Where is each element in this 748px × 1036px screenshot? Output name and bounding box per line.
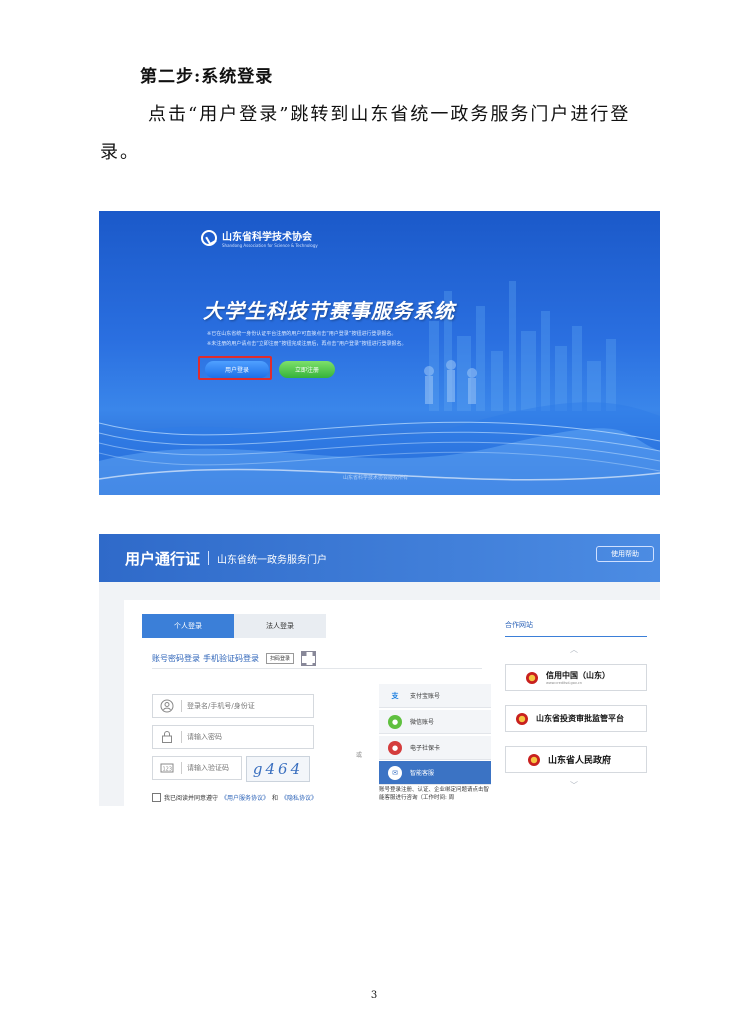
captcha-placeholder: 请输入验证码 — [187, 764, 229, 772]
scan-login-button[interactable]: 扫码登录 — [266, 653, 295, 664]
login-tabs: 个人登录 法人登录 — [142, 614, 326, 638]
login-portal-screenshot: 用户通行证 山东省统一政务服务门户 使用帮助 个人登录 法人登录 账号密码登录 … — [99, 534, 660, 806]
username-placeholder: 登录名/手机号/身份证 — [187, 702, 255, 710]
captcha-field[interactable]: 123 请输入验证码 — [152, 756, 242, 780]
qr-code-icon[interactable] — [301, 651, 317, 666]
captcha-icon: 123 — [160, 761, 174, 775]
tab-personal-login[interactable]: 个人登录 — [142, 614, 234, 638]
national-emblem-icon — [526, 671, 538, 684]
portal-brand: 用户通行证 — [125, 549, 201, 568]
partner-name: 山东省人民政府 — [548, 756, 612, 766]
privacy-agreement-link[interactable]: 《隐私协议》 — [281, 793, 317, 802]
sms-login-link[interactable]: 手机验证码登录 — [203, 653, 259, 664]
page-number: 3 — [370, 990, 378, 1001]
tab-legal-person-login[interactable]: 法人登录 — [234, 614, 326, 638]
partner-shandong-government[interactable]: 山东省人民政府 — [505, 746, 647, 773]
chat-icon: ✉ — [388, 765, 402, 780]
methods-divider — [152, 668, 482, 669]
section-heading: 第二步:系统登录 — [140, 67, 274, 87]
agree-checkbox[interactable] — [152, 793, 161, 802]
social-security-card-icon: ● — [388, 740, 402, 755]
national-emblem-icon — [528, 753, 540, 766]
register-now-button[interactable]: 立即注册 — [279, 361, 335, 378]
login-methods: 账号密码登录 手机验证码登录 扫码登录 — [152, 651, 317, 666]
smart-service-button[interactable]: ✉ 智能客服 — [379, 761, 491, 785]
paragraph-line-2: 录。 — [100, 142, 140, 163]
password-field[interactable]: 请输入密码 — [152, 725, 314, 749]
lock-icon — [160, 730, 174, 744]
registration-note-2: ※未注册的用户请点击“立即注册”按钮完成注册后，再点击“用户登录”按钮进行登录报… — [207, 341, 407, 347]
password-login-link[interactable]: 账号密码登录 — [152, 653, 200, 664]
login-panel: 个人登录 法人登录 账号密码登录 手机验证码登录 扫码登录 登录名/手机号/身份… — [124, 600, 660, 806]
field-separator — [181, 731, 182, 743]
copyright-footer: 山东省科学技术协会版权所有 — [343, 475, 409, 481]
captcha-image[interactable]: g464 — [246, 756, 310, 782]
portal-name: 山东省统一政务服务门户 — [217, 554, 328, 566]
logo-text-cn: 山东省科学技术协会 — [222, 232, 312, 243]
system-homepage-screenshot: 山东省科学技术协会 Shandong Association for Scien… — [99, 211, 660, 495]
portal-header: 用户通行证 山东省统一政务服务门户 使用帮助 — [99, 534, 660, 582]
alipay-icon: 支 — [391, 691, 399, 700]
instruction-paragraph: 点击“用户登录”跳转到山东省统一政务服务门户进行登 录。 — [100, 96, 660, 172]
alipay-label: 支付宝账号 — [410, 693, 441, 700]
partner-name: 山东省投资审批监管平台 — [536, 714, 624, 723]
wechat-label: 微信账号 — [410, 719, 435, 726]
username-field[interactable]: 登录名/手机号/身份证 — [152, 694, 314, 718]
chevron-up-icon[interactable]: ︿ — [570, 644, 578, 655]
field-separator — [181, 700, 182, 712]
paragraph-line-1: 点击“用户登录”跳转到山东省统一政务服务门户进行登 — [148, 104, 631, 125]
registration-note-1: ※已在山东省统一身份认证平台注册的用户可直接点击“用户登录”按钮进行登录报名。 — [207, 331, 397, 337]
partner-investment-platform[interactable]: 山东省投资审批监管平台 — [505, 705, 647, 732]
smart-service-label: 智能客服 — [410, 770, 435, 777]
partner-sites-title: 合作网站 — [505, 621, 533, 629]
wechat-login-button[interactable]: ● 微信账号 — [379, 710, 491, 734]
header-divider — [208, 551, 210, 565]
partner-credit-china-shandong[interactable]: 信用中国（山东） www.creditsd.gov.cn — [505, 664, 647, 691]
chevron-down-icon[interactable]: ﹀ — [570, 780, 578, 791]
agree-and: 和 — [272, 795, 279, 802]
sast-logo: 山东省科学技术协会 Shandong Association for Scien… — [201, 228, 318, 248]
login-highlight-box — [198, 356, 272, 380]
social-card-label: 电子社保卡 — [410, 745, 441, 752]
smart-service-note: 账号登录注册、认证、企业绑定问题请点击智能客服进行咨询（工作时间: 周 — [379, 787, 490, 801]
service-agreement-link[interactable]: 《用户服务协议》 — [221, 793, 269, 802]
or-separator: 或 — [356, 752, 363, 759]
agree-prefix: 我已阅读并同意遵守 — [164, 795, 219, 802]
partner-name: 信用中国（山东） — [546, 671, 610, 680]
system-title: 大学生科技节赛事服务系统 — [203, 299, 455, 323]
help-button[interactable]: 使用帮助 — [596, 546, 654, 562]
partner-title-underline — [505, 636, 647, 637]
wechat-icon: ● — [388, 714, 402, 729]
logo-text-en: Shandong Association for Science & Techn… — [222, 243, 318, 248]
svg-text:123: 123 — [163, 767, 173, 773]
social-card-login-button[interactable]: ● 电子社保卡 — [379, 736, 491, 760]
field-separator — [181, 762, 182, 774]
password-placeholder: 请输入密码 — [187, 733, 222, 741]
alipay-login-button[interactable]: 支 支付宝账号 — [379, 684, 491, 708]
national-emblem-icon — [516, 712, 528, 725]
association-emblem-icon — [201, 230, 217, 246]
agreement-row: 我已阅读并同意遵守 《用户服务协议》 和 《隐私协议》 — [152, 793, 317, 802]
partner-url: www.creditsd.gov.cn — [546, 681, 582, 685]
background-waves — [99, 281, 660, 495]
user-icon — [160, 699, 174, 713]
